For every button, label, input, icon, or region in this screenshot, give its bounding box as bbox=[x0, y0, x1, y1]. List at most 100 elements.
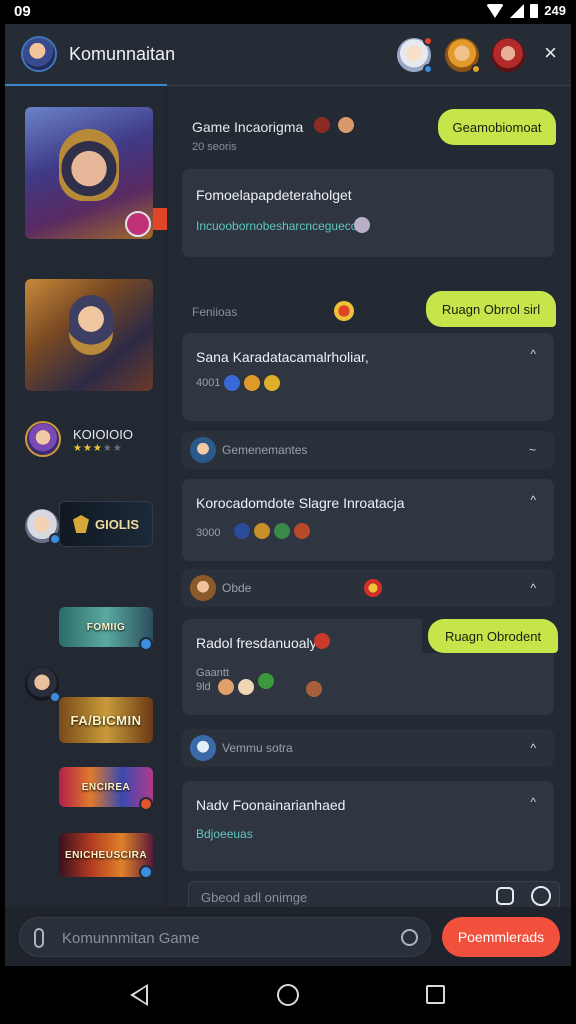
comment-label: Gemenemantes bbox=[222, 443, 308, 457]
expand-icon[interactable]: ~ bbox=[529, 443, 536, 457]
recents-icon[interactable] bbox=[426, 985, 445, 1004]
bottom-bar: Komunnmitan Game Poemmlerads bbox=[5, 907, 571, 966]
hero-emoji-icon bbox=[314, 117, 330, 133]
guild-card[interactable]: GIOLIS bbox=[59, 501, 153, 547]
info-icon bbox=[531, 886, 551, 906]
shield-icon bbox=[72, 515, 89, 533]
friend-avatar-2[interactable] bbox=[445, 38, 481, 74]
face-icon bbox=[238, 679, 254, 695]
link-icon bbox=[139, 637, 153, 651]
message-placeholder: Komunnmitan Game bbox=[62, 930, 200, 947]
post-card-2[interactable]: Sana Karadatacamalrholiar, 4001 ^ bbox=[182, 333, 554, 421]
comment-strip-2[interactable]: Obde ^ bbox=[182, 569, 554, 607]
sticker-icon bbox=[354, 217, 370, 233]
post-title: Korocadomdote Slagre Inroatacja bbox=[196, 495, 405, 511]
profile-avatar[interactable] bbox=[21, 36, 57, 72]
friend-avatar-3[interactable] bbox=[491, 38, 525, 72]
status-bar: 09 249 bbox=[0, 0, 576, 24]
post-meta: Gaantt bbox=[196, 667, 230, 679]
fire-icon bbox=[294, 523, 310, 539]
sidebar-avatar-2[interactable] bbox=[25, 667, 61, 703]
battery-level: 249 bbox=[544, 3, 566, 18]
search-icon[interactable] bbox=[401, 929, 418, 946]
message-pill-2[interactable]: Ruagn Obrrol sirl bbox=[426, 291, 556, 327]
post-title: Radol fresdanuoaly bbox=[196, 635, 317, 651]
event-banner-2[interactable]: FA/BICMIN bbox=[59, 697, 153, 743]
chevron-up-icon[interactable]: ^ bbox=[530, 581, 536, 595]
gem-icon bbox=[224, 375, 240, 391]
app-window: Komunnaitan × KOIOIOIO ★★★★★ GIOLIS FOMI… bbox=[5, 24, 571, 966]
wifi-icon bbox=[486, 3, 505, 18]
attach-icon[interactable] bbox=[34, 928, 44, 948]
gem-icon bbox=[234, 523, 250, 539]
comment-placeholder: Gbeod adl onimge bbox=[201, 890, 308, 905]
selection-marker bbox=[153, 208, 167, 230]
link-icon bbox=[139, 865, 153, 879]
home-icon[interactable] bbox=[277, 984, 299, 1006]
post-link[interactable]: Incuoobornobesharcnceguecom bbox=[196, 219, 367, 233]
comment-label: Vemmu sotra bbox=[222, 741, 293, 755]
hero-badge-icon bbox=[125, 211, 151, 237]
status-icons: 249 bbox=[486, 3, 566, 18]
commenter-avatar bbox=[190, 575, 216, 601]
send-button[interactable]: Poemmlerads bbox=[442, 917, 560, 957]
section-label: Feniioas bbox=[192, 305, 238, 319]
friend-avatar-1[interactable] bbox=[397, 36, 433, 74]
post-link[interactable]: Bdjoeeuas bbox=[196, 827, 253, 841]
coin-icon bbox=[254, 523, 270, 539]
status-dot bbox=[471, 64, 481, 74]
game-title: Game Incaorigma bbox=[192, 119, 304, 135]
message-pill-3[interactable]: Ruagn Obrodent bbox=[428, 619, 558, 653]
message-input[interactable]: Komunnmitan Game bbox=[19, 917, 431, 957]
tab-indicator bbox=[5, 84, 167, 86]
tree-icon bbox=[258, 673, 274, 689]
comment-label: Obde bbox=[222, 581, 252, 595]
post-card-4[interactable]: Radol fresdanuoaly Gaantt 9ld bbox=[182, 619, 422, 715]
banner-label: FA/BICMIN bbox=[70, 712, 142, 728]
comment-strip-1[interactable]: Gemenemantes ~ bbox=[182, 431, 554, 469]
post-meta: 3000 bbox=[196, 527, 221, 539]
leaf-icon bbox=[274, 523, 290, 539]
hero-emoji-icon bbox=[338, 117, 354, 133]
chevron-up-icon[interactable]: ^ bbox=[530, 795, 536, 809]
post-card-5[interactable]: Nadv Foonainarianhaed Bdjoeeuas ^ bbox=[182, 781, 554, 871]
chevron-up-icon[interactable]: ^ bbox=[530, 741, 536, 755]
face-icon bbox=[218, 679, 234, 695]
banner-label: ENCIREA bbox=[81, 781, 131, 793]
post-title: Sana Karadatacamalrholiar, bbox=[196, 349, 369, 365]
commenter-avatar bbox=[190, 437, 216, 463]
banner-label: FOMIIG bbox=[86, 621, 126, 633]
post-card-1[interactable]: Fomoelapapdeteraholget Incuoobornobeshar… bbox=[182, 169, 554, 257]
page-title: Komunnaitan bbox=[69, 44, 176, 64]
header: Komunnaitan × bbox=[5, 24, 571, 86]
sidebar: KOIOIOIO ★★★★★ GIOLIS FOMIIG FA/BICMIN E… bbox=[5, 87, 167, 907]
system-nav-bar bbox=[0, 966, 576, 1024]
camera-icon bbox=[496, 887, 514, 905]
guild-label: GIOLIS bbox=[94, 516, 140, 532]
fire-icon bbox=[364, 579, 382, 597]
close-icon[interactable]: × bbox=[544, 42, 557, 64]
comment-strip-3[interactable]: Vemmu sotra ^ bbox=[182, 729, 554, 767]
hero-portrait-2[interactable] bbox=[25, 279, 153, 391]
post-meta-2: 9ld bbox=[196, 681, 211, 693]
status-time: 09 bbox=[14, 3, 31, 20]
chat-feed: Game Incaorigma 20 seoris Geamobiomoat F… bbox=[168, 87, 571, 913]
chevron-up-icon[interactable]: ^ bbox=[530, 347, 536, 361]
post-title: Fomoelapapdeteraholget bbox=[196, 187, 352, 203]
post-meta: 4001 bbox=[196, 377, 221, 389]
sidebar-avatar-1[interactable] bbox=[25, 509, 61, 545]
coin-icon bbox=[244, 375, 260, 391]
chevron-up-icon[interactable]: ^ bbox=[530, 493, 536, 507]
notification-dot bbox=[423, 36, 433, 46]
message-pill-1[interactable]: Geamobiomoat bbox=[438, 109, 556, 145]
post-card-3[interactable]: Korocadomdote Slagre Inroatacja 3000 ^ bbox=[182, 479, 554, 561]
commenter-avatar bbox=[190, 735, 216, 761]
battery-icon bbox=[530, 3, 539, 18]
star-icon bbox=[264, 375, 280, 391]
sidebar-user-avatar[interactable] bbox=[25, 421, 61, 457]
alert-icon bbox=[139, 797, 153, 811]
face-icon bbox=[306, 681, 322, 697]
fire-icon bbox=[334, 301, 354, 321]
back-icon[interactable] bbox=[130, 984, 148, 1006]
heart-icon bbox=[314, 633, 330, 649]
